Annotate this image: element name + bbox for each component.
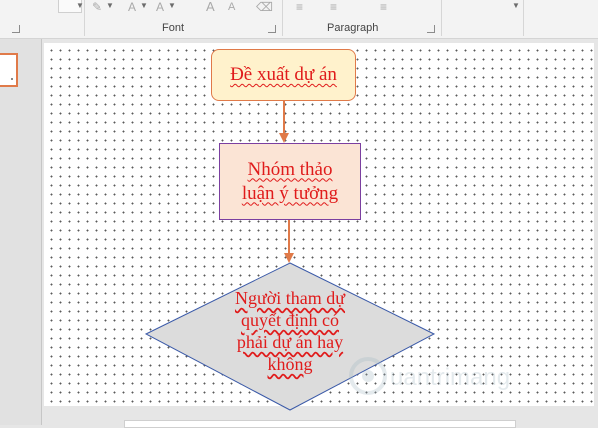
watermark-text: uantrimang (390, 364, 511, 391)
shrink-font-button[interactable]: A (228, 0, 235, 14)
scroll-strip (594, 39, 598, 425)
ribbon-separator (282, 0, 283, 36)
chevron-down-icon[interactable]: ▼ (106, 0, 114, 12)
font-color-button[interactable]: A (128, 0, 136, 14)
scrollbar-track[interactable] (124, 420, 516, 428)
ribbon-separator (84, 0, 85, 36)
text-highlight-button[interactable]: A (156, 0, 164, 14)
watermark: uantrimang (348, 352, 548, 400)
decision-line: Người tham dự (234, 288, 346, 308)
dialog-launcher-icon[interactable] (12, 25, 20, 33)
slide-thumbnail-pane (0, 39, 42, 425)
line-spacing-icon[interactable]: ≡ (380, 0, 387, 14)
format-painter-icon[interactable]: ✎ (92, 0, 102, 14)
grow-font-button[interactable]: A (206, 0, 215, 14)
slide-thumbnail[interactable] (0, 53, 18, 87)
horizontal-scrollbar[interactable] (44, 410, 598, 428)
flowchart-step-proposal[interactable]: Đề xuất dự án (211, 49, 356, 101)
clear-formatting-icon[interactable]: ⌫ (256, 0, 273, 14)
flowchart-step-proposal-text: Đề xuất dự án (230, 64, 337, 85)
chevron-down-icon[interactable]: ▼ (168, 0, 176, 12)
dialog-launcher-icon[interactable] (427, 25, 435, 33)
bullets-icon[interactable]: ≡ (296, 0, 303, 14)
chevron-down-icon[interactable]: ▼ (76, 0, 84, 12)
watermark-logo-icon (349, 357, 387, 395)
flowchart-step-discussion[interactable]: Nhóm thảo luận ý tưởng (219, 143, 361, 220)
ribbon: ▼ ✎ ▼ A ▼ A ▼ A A ⌫ Font ≡ ≡ ≡ Paragraph… (0, 0, 598, 39)
dialog-launcher-icon[interactable] (268, 25, 276, 33)
connector-arrow-1[interactable] (276, 100, 292, 144)
ribbon-group-paragraph-label: Paragraph (327, 22, 379, 34)
connector-arrow-2[interactable] (281, 220, 297, 264)
decision-line: phải dự án hay (236, 332, 344, 352)
ribbon-group-font-label: Font (162, 22, 185, 34)
chevron-down-icon[interactable]: ▼ (512, 0, 520, 12)
ribbon-separator (441, 0, 442, 36)
numbering-icon[interactable]: ≡ (330, 0, 337, 14)
flowchart-step-discussion-text: Nhóm thảo luận ý tưởng (241, 158, 339, 204)
ribbon-separator (523, 0, 524, 36)
chevron-down-icon[interactable]: ▼ (140, 0, 148, 12)
decision-line: không (267, 354, 313, 374)
decision-line: quyết định có (241, 310, 339, 330)
